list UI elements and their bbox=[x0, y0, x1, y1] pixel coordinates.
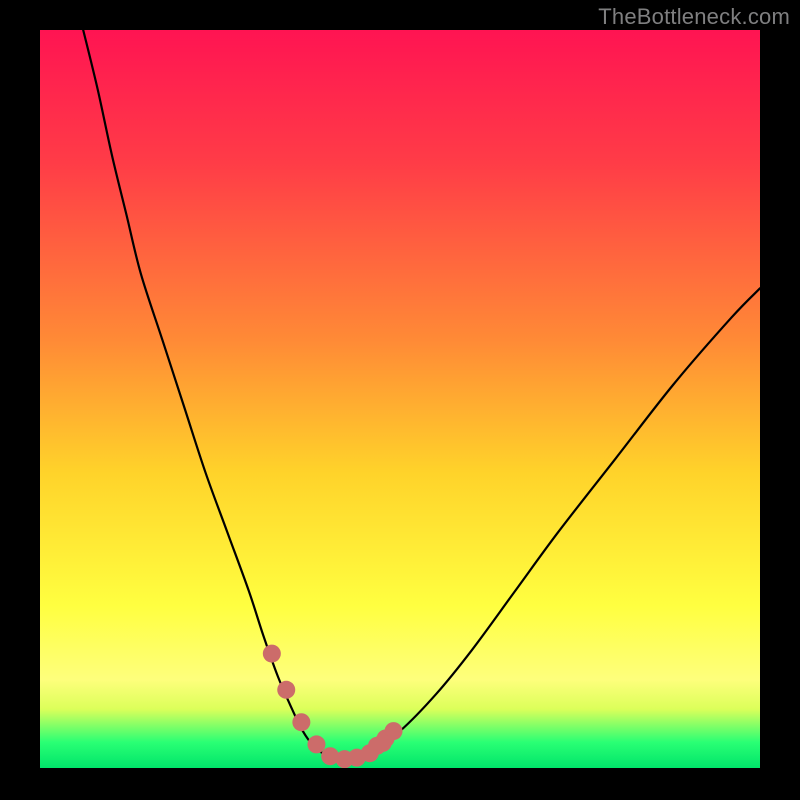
bottleneck-curve bbox=[83, 30, 760, 759]
trough-marker bbox=[374, 734, 392, 752]
curve-layer bbox=[40, 30, 760, 768]
trough-marker bbox=[292, 713, 310, 731]
chart-stage: TheBottleneck.com bbox=[0, 0, 800, 800]
watermark-text: TheBottleneck.com bbox=[598, 4, 790, 30]
trough-marker-group bbox=[263, 645, 403, 768]
trough-marker bbox=[307, 735, 325, 753]
trough-marker bbox=[277, 681, 295, 699]
plot-area bbox=[40, 30, 760, 768]
trough-marker bbox=[263, 645, 281, 663]
